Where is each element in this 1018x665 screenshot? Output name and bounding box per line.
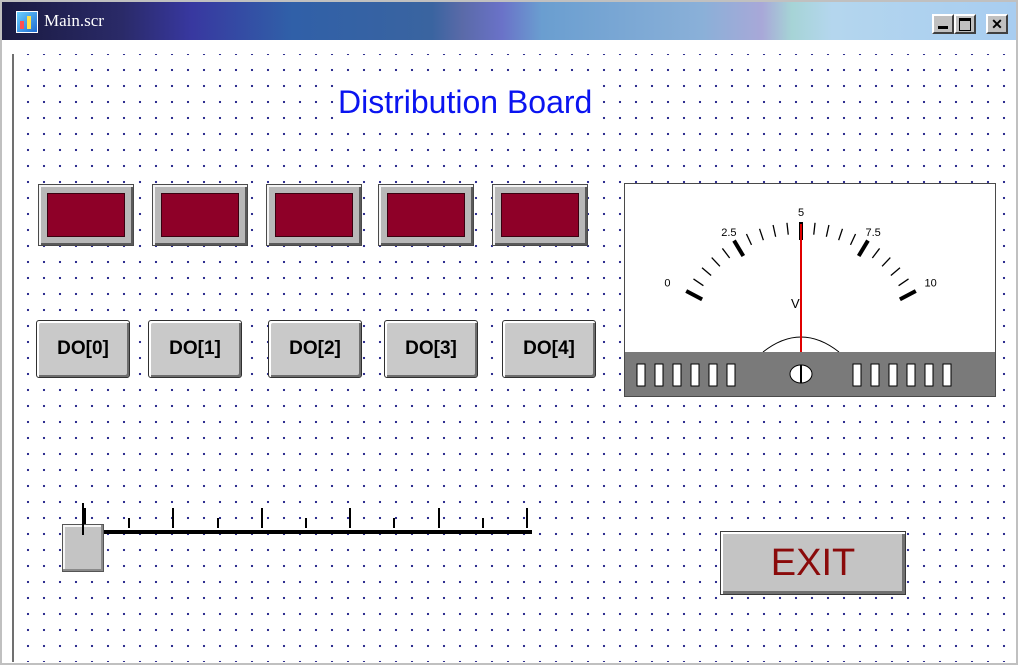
meter-minor-tick	[898, 278, 909, 287]
meter-base-slot	[942, 363, 952, 387]
meter-base-slot	[852, 363, 862, 387]
slider-tick	[481, 518, 484, 528]
slider-track[interactable]	[62, 530, 532, 534]
meter-major-tick	[898, 289, 917, 302]
meter-base-slot	[906, 363, 916, 387]
do-3-button[interactable]: DO[3]	[384, 320, 478, 378]
meter-adjust-screw-icon	[789, 364, 813, 384]
meter-minor-tick	[825, 224, 830, 237]
minimize-icon	[938, 26, 948, 29]
lamp-indicator-3	[378, 184, 474, 246]
title-bar[interactable]: Main.scr ✕	[2, 2, 1016, 40]
lamp-indicator-1	[152, 184, 248, 246]
minimize-button[interactable]	[932, 14, 954, 34]
meter-scale-label: 0	[664, 277, 670, 289]
do-1-button[interactable]: DO[1]	[148, 320, 242, 378]
meter-minor-tick	[745, 233, 753, 246]
slider-tick	[305, 518, 307, 528]
meter-minor-tick	[721, 248, 731, 259]
slider-tick	[437, 508, 440, 528]
slider-tick	[216, 518, 219, 528]
meter-scale-label: 2.5	[721, 227, 736, 239]
meter-minor-tick	[813, 222, 816, 235]
lamp-indicator-2	[266, 184, 362, 246]
meter-base-slot	[726, 363, 736, 387]
meter-major-tick	[685, 289, 704, 302]
meter-major-tick	[732, 239, 746, 258]
voltmeter: 0 2.5 5 7.5 10 V	[624, 183, 996, 397]
maximize-button[interactable]	[954, 14, 976, 34]
meter-base-slot	[708, 363, 718, 387]
slider-tick	[526, 508, 528, 528]
meter-scale-label: 10	[924, 277, 936, 289]
slider-tick	[128, 518, 131, 528]
lamp-face	[161, 193, 239, 237]
meter-base-slot	[924, 363, 934, 387]
lamp-indicator-4	[492, 184, 588, 246]
meter-base-slot	[672, 363, 682, 387]
meter-minor-tick	[890, 267, 901, 277]
meter-minor-tick	[871, 248, 881, 259]
lamp-face	[387, 193, 465, 237]
slider-tick	[349, 508, 352, 528]
meter-base-slot	[888, 363, 898, 387]
slider-tick	[393, 518, 396, 528]
meter-minor-tick	[693, 278, 704, 287]
meter-minor-tick	[711, 257, 721, 267]
close-icon: ✕	[991, 16, 1003, 32]
meter-minor-tick	[838, 228, 844, 241]
meter-base-slot	[654, 363, 664, 387]
meter-minor-tick	[772, 224, 777, 237]
design-canvas: Distribution Board DO[0] DO[1] DO[2] DO[…	[12, 54, 1014, 662]
meter-minor-tick	[849, 233, 857, 246]
meter-base-slot	[690, 363, 700, 387]
lamp-face	[501, 193, 579, 237]
slider-tick	[172, 508, 175, 528]
meter-scale-label: 7.5	[865, 227, 880, 239]
meter-minor-tick	[758, 228, 764, 241]
lamp-face	[47, 193, 125, 237]
meter-minor-tick	[701, 267, 712, 277]
slider-knob[interactable]	[62, 503, 104, 572]
maximize-icon	[959, 18, 971, 31]
do-4-button[interactable]: DO[4]	[502, 320, 596, 378]
meter-scale-label: 5	[798, 207, 804, 219]
app-icon	[16, 11, 38, 33]
meter-unit-label: V	[791, 296, 800, 311]
main-window: Main.scr ✕ Distribution Board DO[0] DO[1…	[0, 0, 1018, 665]
meter-major-tick	[856, 239, 870, 258]
voltmeter-gauge: 0 2.5 5 7.5 10 V	[625, 207, 995, 396]
window-title: Main.scr	[44, 11, 104, 30]
lamp-face	[275, 193, 353, 237]
meter-base-slot	[870, 363, 880, 387]
slider-tick	[260, 508, 263, 528]
do-2-button[interactable]: DO[2]	[268, 320, 362, 378]
meter-minor-tick	[786, 222, 789, 235]
exit-button[interactable]: EXIT	[720, 531, 906, 595]
do-0-button[interactable]: DO[0]	[36, 320, 130, 378]
meter-minor-tick	[881, 257, 891, 267]
meter-base-slot	[636, 363, 646, 387]
lamp-indicator-0	[38, 184, 134, 246]
page-title: Distribution Board	[334, 84, 597, 121]
close-button[interactable]: ✕	[986, 14, 1008, 34]
